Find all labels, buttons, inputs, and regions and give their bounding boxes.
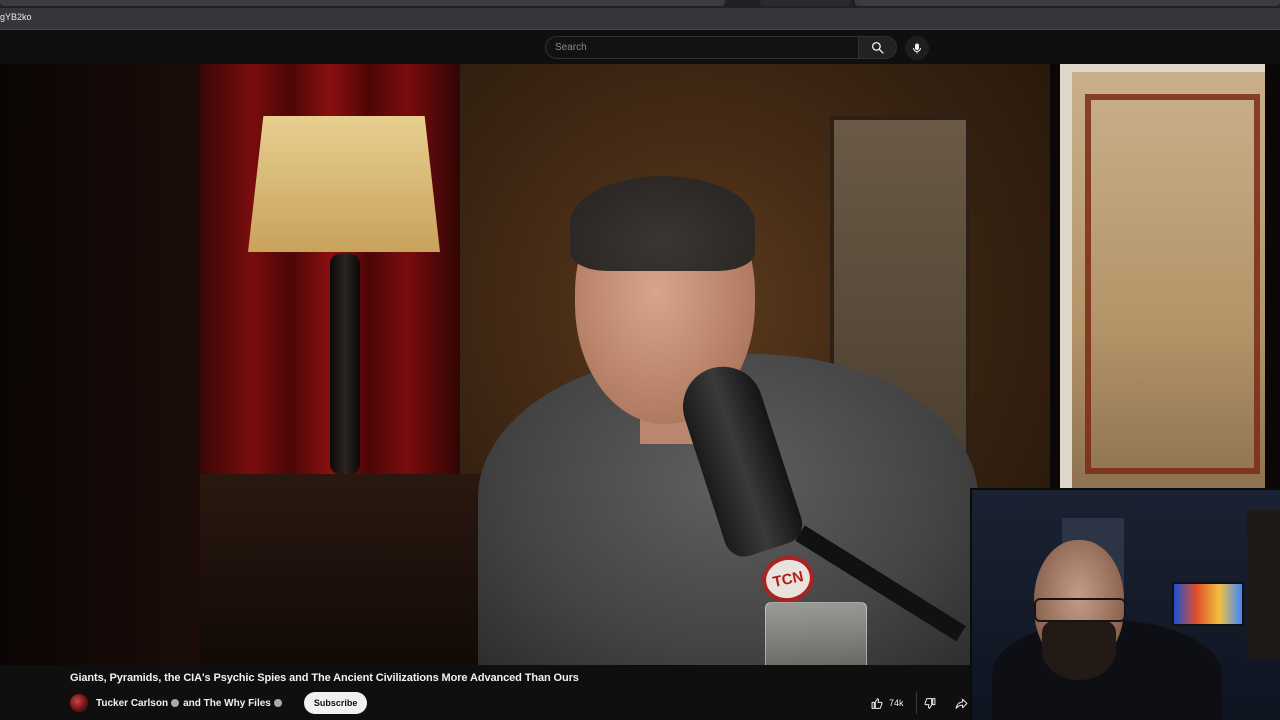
like-dislike-group: 74k: [865, 692, 945, 714]
like-count: 74k: [889, 698, 904, 708]
video-frame-background: [0, 64, 200, 665]
browser-tab[interactable]: [855, 0, 1280, 6]
video-lamp-base: [330, 254, 360, 474]
search-icon: [871, 41, 884, 54]
url-text: gYB2ko: [0, 12, 32, 22]
video-title: Giants, Pyramids, the CIA's Psychic Spie…: [70, 672, 579, 684]
channel-row: Tucker Carlson and The Why Files Subscri…: [70, 692, 368, 714]
webcam-person-beard: [1042, 620, 1116, 680]
webcam-tv: [1172, 582, 1244, 626]
channel-name[interactable]: Tucker Carlson: [96, 698, 168, 709]
browser-tab[interactable]: [0, 0, 725, 6]
webcam-overlay: [970, 488, 1280, 720]
video-guest-hair: [570, 176, 755, 271]
search-input[interactable]: [555, 37, 851, 58]
voice-search-button[interactable]: [905, 36, 929, 60]
microphone-icon: [913, 43, 921, 53]
verified-icon: [171, 699, 180, 707]
channel-avatar[interactable]: [70, 694, 88, 712]
verified-icon: [273, 699, 282, 707]
webcam-shelf: [1247, 510, 1280, 660]
mic-logo-text: TCN: [771, 567, 805, 591]
browser-tab[interactable]: [760, 0, 850, 6]
dislike-button[interactable]: [915, 692, 942, 714]
video-tapestry-border: [1085, 94, 1260, 474]
masthead: [0, 31, 1280, 64]
address-bar[interactable]: gYB2ko: [0, 8, 1280, 30]
subscribe-button[interactable]: Subscribe: [303, 692, 368, 714]
video-water-glass: [765, 602, 867, 665]
share-icon: [955, 698, 967, 709]
search-button[interactable]: [859, 36, 897, 59]
webcam-person-glasses: [1034, 598, 1126, 622]
thumbs-down-icon: [924, 697, 935, 709]
video-lamp-shade: [248, 116, 440, 252]
like-button[interactable]: 74k: [865, 692, 910, 714]
search-box[interactable]: [545, 36, 859, 59]
video-side-table: [200, 474, 500, 665]
collaborator-name[interactable]: and The Why Files: [183, 698, 271, 709]
share-button[interactable]: [950, 692, 972, 714]
thumbs-up-icon: [871, 697, 883, 709]
browser-tab-strip: [0, 0, 1280, 8]
